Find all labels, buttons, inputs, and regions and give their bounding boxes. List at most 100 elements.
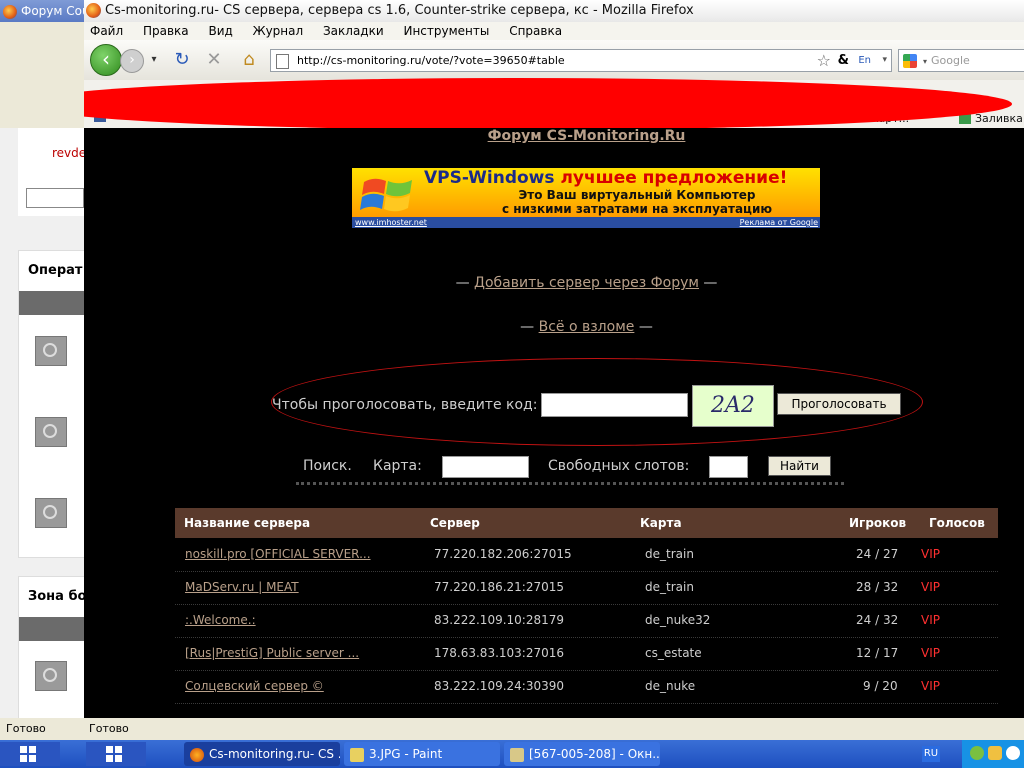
window-title: Cs-monitoring.ru- CS сервера, сервера cs… (105, 3, 694, 18)
server-map: de_nuke32 (645, 613, 711, 627)
banner-site-link[interactable]: www.imhoster.net (355, 218, 427, 227)
map-input[interactable] (442, 456, 529, 478)
vote-label: Чтобы проголосовать, введите код: (272, 397, 538, 413)
header-votes[interactable]: Голосов (929, 508, 985, 538)
target-icon[interactable] (35, 661, 67, 691)
history-dropdown-icon[interactable]: ▾ (144, 50, 164, 70)
ampersand-icon[interactable]: & (838, 50, 849, 71)
table-row: MaDServ.ru | MEAT 77.220.186.21:27015 de… (175, 571, 998, 605)
start-button[interactable] (0, 742, 60, 766)
ads-by-google-link[interactable]: Реклама от Google (740, 217, 818, 228)
banner-text: Это Ваш виртуальный Компьютер с низкими … (482, 188, 792, 216)
ad-banner[interactable]: VPS-Windows лучшее предложение! Это Ваш … (352, 168, 820, 228)
firefox-icon (3, 4, 17, 19)
forum-link[interactable]: Форум CS-Monitoring.Ru (84, 128, 1024, 144)
translate-icon[interactable]: En (858, 50, 871, 71)
task-label: [567-005-208] - Окн... (529, 747, 660, 761)
target-icon[interactable] (35, 498, 67, 528)
find-button[interactable]: Найти (768, 456, 831, 476)
search-placeholder: Google (931, 54, 970, 67)
page-icon (276, 53, 289, 69)
bookmark-star-icon[interactable]: ☆ (817, 50, 831, 71)
server-players: 12 / 17 (856, 646, 899, 660)
back-button[interactable]: ‹ (90, 44, 122, 76)
dash: — (520, 319, 539, 335)
taskbar-item-firefox[interactable]: Cs-monitoring.ru- CS ... (184, 742, 340, 766)
server-map: de_train (645, 580, 694, 594)
server-name-link[interactable]: noskill.pro [OFFICIAL SERVER... (185, 538, 371, 571)
tray-icon[interactable] (1006, 746, 1020, 760)
table-row: noskill.pro [OFFICIAL SERVER... 77.220.1… (175, 538, 998, 572)
reload-icon[interactable]: ↻ (172, 50, 192, 70)
search-box[interactable]: ▾ Google (898, 49, 1024, 72)
add-server-link[interactable]: Добавить сервер через Форум (474, 275, 699, 291)
vip-badge[interactable]: VIP (921, 604, 940, 637)
background-window-title: Форум Cou (21, 4, 84, 18)
language-indicator[interactable]: RU (922, 746, 940, 762)
menu-bookmarks[interactable]: Закладки (323, 24, 384, 38)
menu-bar: Файл Правка Вид Журнал Закладки Инструме… (84, 22, 1024, 40)
navigation-toolbar: ‹ › ▾ ↻ ✕ ⌂ http://cs-monitoring.ru/vote… (84, 40, 1024, 81)
tray-icon[interactable] (970, 746, 984, 760)
banner-line-2: Это Ваш виртуальный Компьютер (518, 188, 756, 202)
server-name-link[interactable]: :.Welcome.: (185, 604, 256, 637)
paint-icon (350, 747, 364, 762)
background-window-titlebar[interactable]: Форум Cou (0, 0, 84, 22)
menu-history[interactable]: Журнал (253, 24, 304, 38)
dash: — (698, 275, 718, 291)
background-panel-top: revde (18, 128, 84, 216)
window-titlebar[interactable]: Cs-monitoring.ru- CS сервера, сервера cs… (84, 0, 1024, 22)
tray-icon[interactable] (988, 746, 1002, 760)
taskbar: Cs-monitoring.ru- CS ... 3.JPG - Paint [… (0, 740, 1024, 768)
banner-line-3: с низкими затратами на эксплуатацию (501, 202, 773, 216)
menu-tools[interactable]: Инструменты (403, 24, 489, 38)
target-icon[interactable] (35, 417, 67, 447)
server-players: 24 / 32 (856, 613, 899, 627)
menu-edit[interactable]: Правка (143, 24, 189, 38)
free-slots-label: Свободных слотов: (548, 458, 690, 474)
free-slots-input[interactable] (709, 456, 748, 478)
windows-start-icon (20, 746, 36, 762)
google-icon[interactable] (903, 54, 917, 68)
url-dropdown-icon[interactable]: ▾ (882, 50, 887, 71)
background-link[interactable]: revde (52, 146, 84, 160)
header-server-address[interactable]: Сервер (430, 508, 480, 538)
table-row: :.Welcome.: 83.222.109.10:28179 de_nuke3… (175, 604, 998, 638)
menu-help[interactable]: Справка (509, 24, 562, 38)
server-name-link[interactable]: MaDServ.ru | MEAT (185, 571, 299, 604)
taskbar-item-window[interactable]: [567-005-208] - Окн... (504, 742, 660, 766)
start-button-2[interactable] (86, 742, 146, 766)
vip-badge[interactable]: VIP (921, 538, 940, 571)
status-text: Готово (89, 722, 129, 735)
menu-file[interactable]: Файл (90, 24, 123, 38)
server-players: 9 / 20 (863, 679, 898, 693)
vip-badge[interactable]: VIP (921, 571, 940, 604)
table-row: Солцевский сервер © 83.222.109.24:30390 … (175, 670, 998, 704)
home-icon[interactable]: ⌂ (239, 50, 259, 70)
server-address: 83.222.109.24:30390 (434, 679, 565, 693)
dash: — (634, 319, 653, 335)
banner-offer: лучшее предложение! (560, 168, 788, 188)
table-header: Название сервера Сервер Карта Игроков Го… (175, 508, 998, 538)
address-bar[interactable]: http://cs-monitoring.ru/vote/?vote=39650… (270, 49, 892, 72)
background-panel-1: Операт (18, 250, 84, 558)
header-players[interactable]: Игроков (849, 508, 906, 538)
server-map: cs_estate (645, 646, 702, 660)
vote-code-input[interactable] (541, 393, 688, 417)
map-label: Карта: (373, 458, 422, 474)
target-icon[interactable] (35, 336, 67, 366)
vip-badge[interactable]: VIP (921, 670, 940, 703)
header-map[interactable]: Карта (640, 508, 682, 538)
taskbar-item-paint[interactable]: 3.JPG - Paint (344, 742, 500, 766)
stop-icon[interactable]: ✕ (204, 50, 224, 70)
menu-view[interactable]: Вид (208, 24, 232, 38)
server-name-link[interactable]: Солцевский сервер © (185, 670, 324, 703)
background-input[interactable] (26, 188, 84, 208)
server-name-link[interactable]: [Rus|PrestiG] Public server ... (185, 637, 359, 670)
hacking-link[interactable]: Всё о взломе (539, 319, 635, 335)
header-server-name[interactable]: Название сервера (184, 508, 310, 538)
engine-dropdown-icon[interactable]: ▾ (923, 57, 927, 66)
forward-button[interactable]: › (120, 49, 144, 73)
vote-button[interactable]: Проголосовать (777, 393, 901, 415)
vip-badge[interactable]: VIP (921, 637, 940, 670)
